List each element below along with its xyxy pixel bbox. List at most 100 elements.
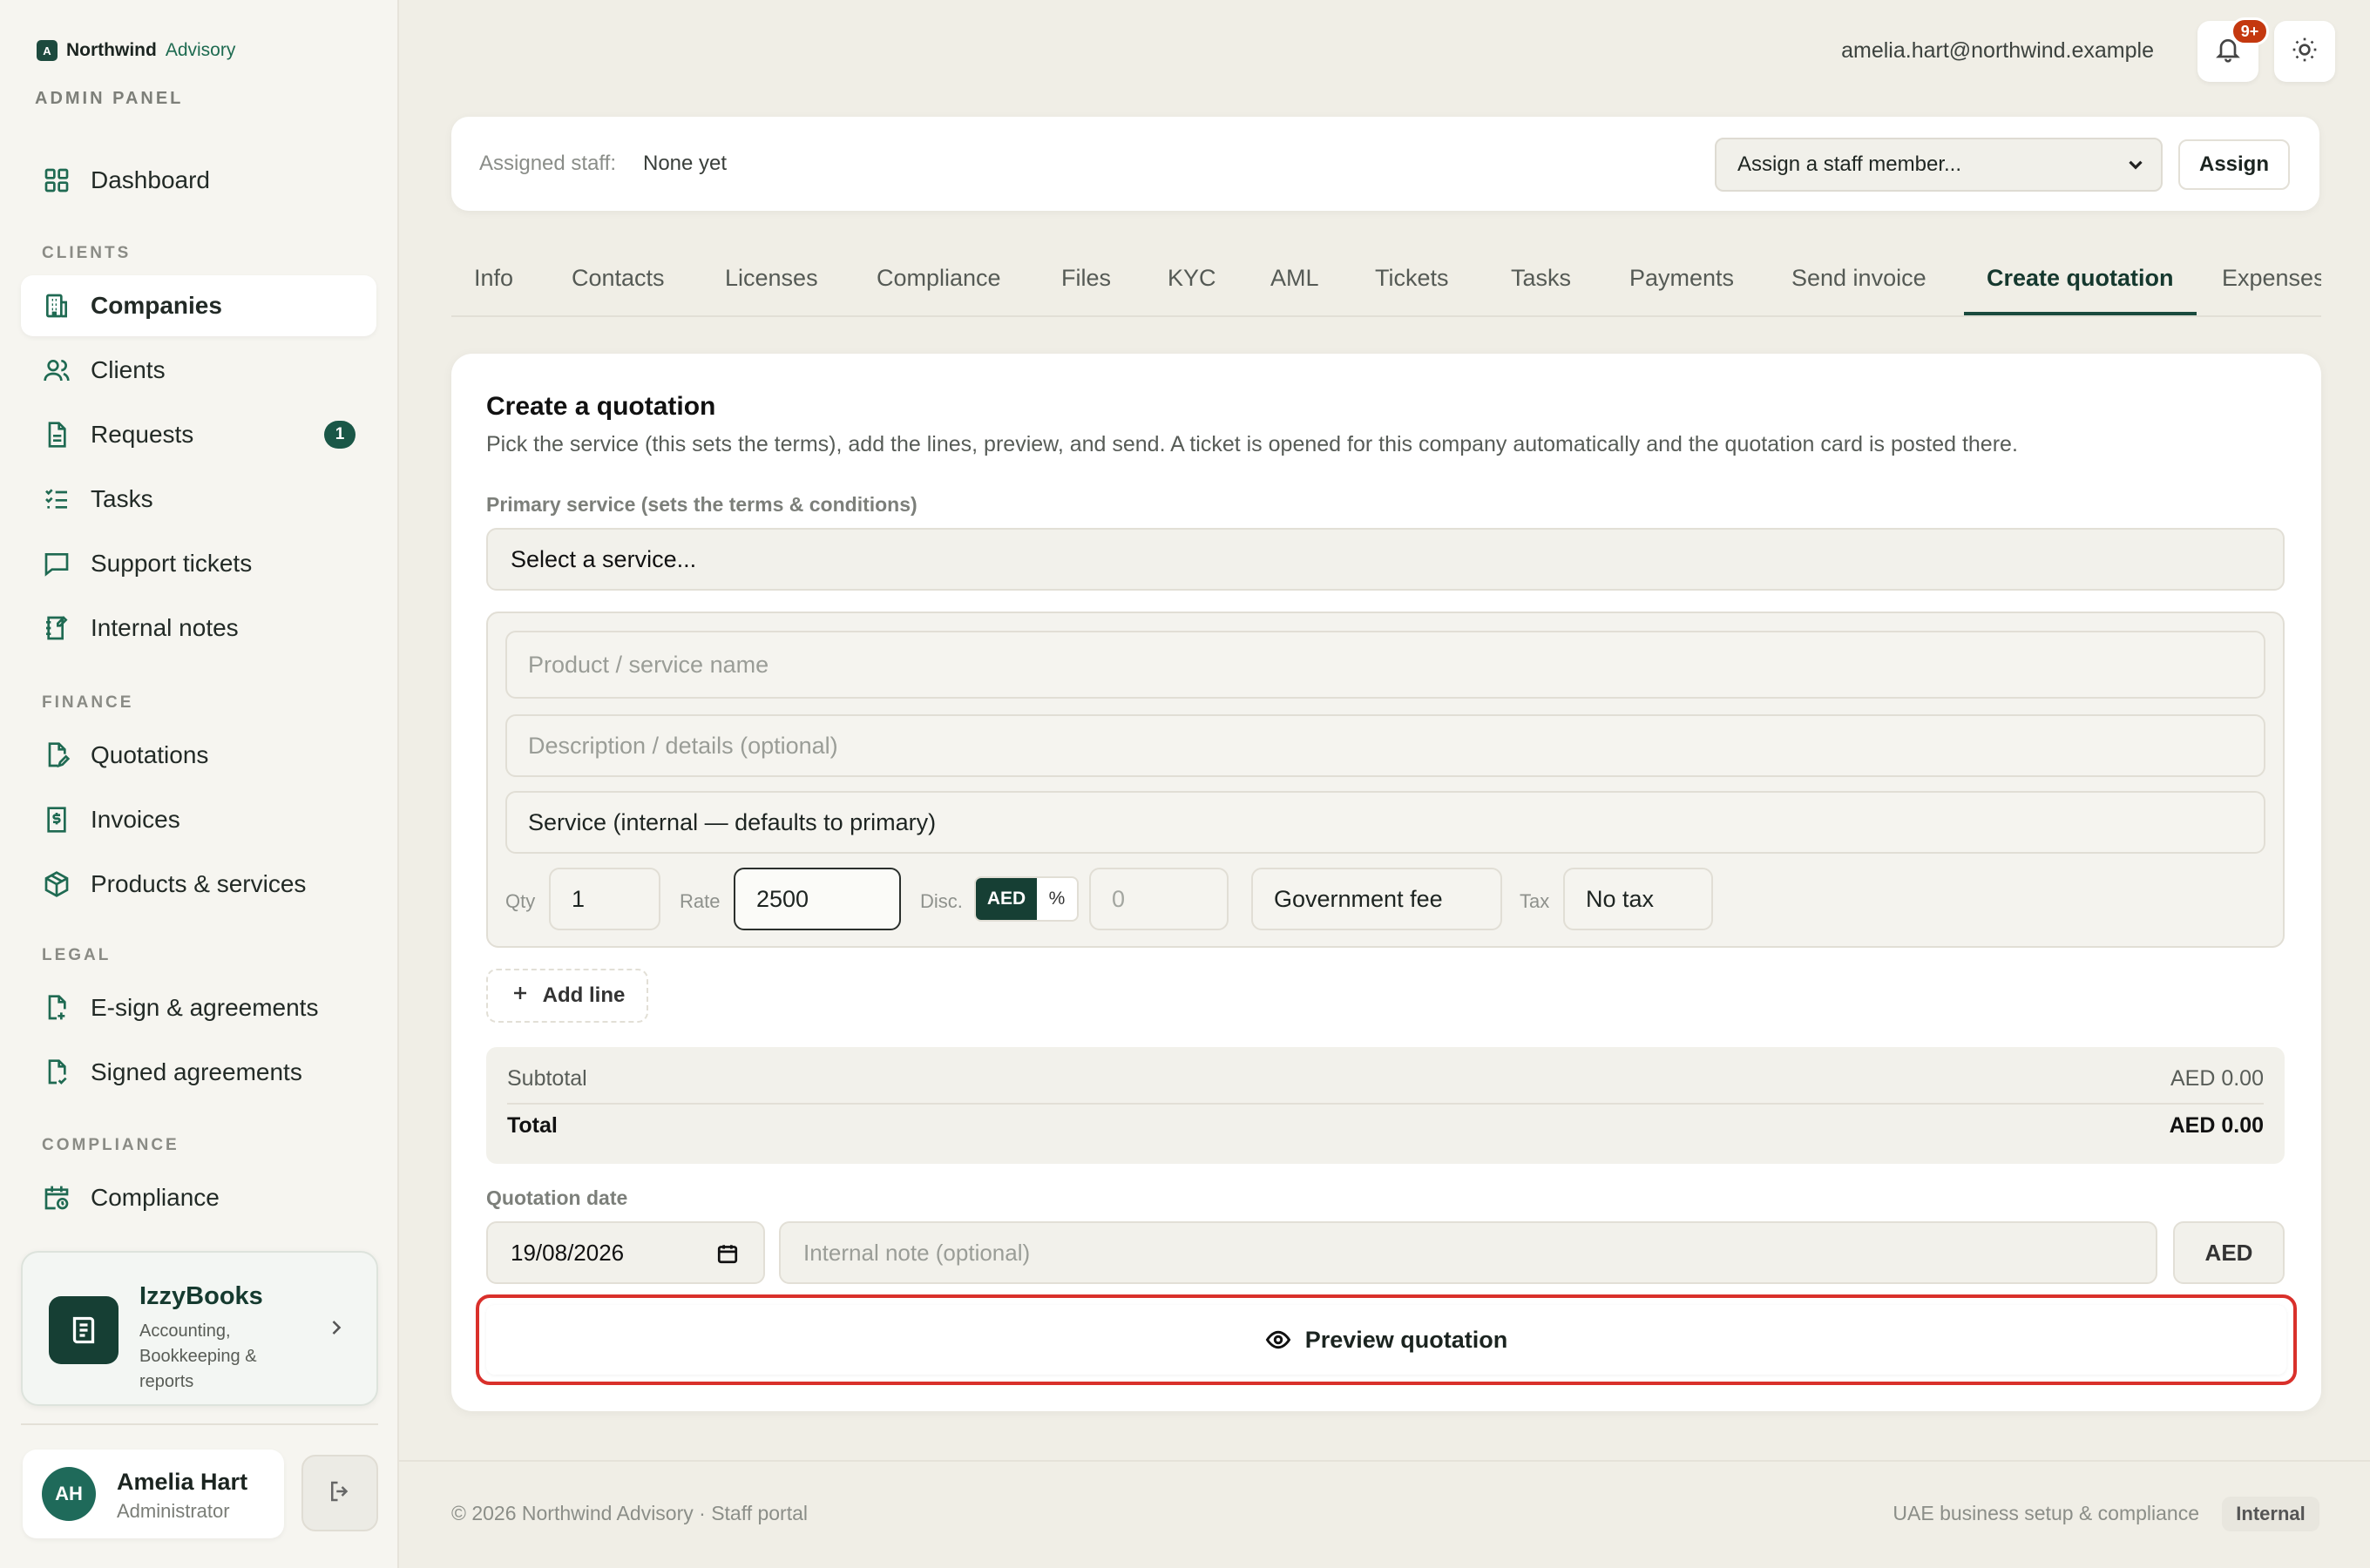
tab-tickets[interactable]: Tickets bbox=[1375, 253, 1449, 315]
preview-button-label: Preview quotation bbox=[1304, 1326, 1508, 1353]
sidebar-item-label: Signed agreements bbox=[91, 1058, 302, 1085]
sidebar-item-support-tickets[interactable]: Support tickets bbox=[21, 533, 376, 594]
company-tabs: Info Contacts Licenses Compliance Files … bbox=[451, 253, 2321, 317]
tab-licenses[interactable]: Licenses bbox=[725, 253, 818, 315]
user-email: amelia.hart@northwind.example bbox=[1841, 38, 2154, 63]
product-name-input[interactable]: Product / service name bbox=[505, 631, 2265, 699]
sidebar-item-label: Internal notes bbox=[91, 614, 239, 641]
qty-label: Qty bbox=[505, 890, 536, 912]
sidebar-item-dashboard[interactable]: Dashboard bbox=[21, 150, 376, 211]
izzybooks-card[interactable]: IzzyBooks Accounting, Bookkeeping & repo… bbox=[21, 1251, 378, 1406]
discount-input[interactable]: 0 bbox=[1089, 868, 1229, 930]
sidebar-item-label: Support tickets bbox=[91, 550, 253, 577]
total-label: Total bbox=[507, 1113, 558, 1138]
sidebar-item-label: Companies bbox=[91, 292, 222, 319]
tab-files[interactable]: Files bbox=[1061, 253, 1111, 315]
sidebar-item-invoices[interactable]: Invoices bbox=[21, 789, 376, 850]
user-card[interactable]: AH Amelia Hart Administrator bbox=[23, 1450, 284, 1538]
discount-percent-option[interactable]: % bbox=[1037, 878, 1077, 920]
sidebar-item-tasks[interactable]: Tasks bbox=[21, 469, 376, 530]
tab-compliance[interactable]: Compliance bbox=[877, 253, 1001, 315]
user-role: Administrator bbox=[117, 1500, 230, 1522]
add-line-label: Add line bbox=[542, 983, 626, 1007]
subtotal-value: AED 0.00 bbox=[2170, 1066, 2264, 1091]
notebook-icon bbox=[42, 613, 71, 643]
calendar-icon bbox=[717, 1245, 738, 1264]
sidebar-item-signed-agreements[interactable]: Signed agreements bbox=[21, 1042, 376, 1103]
users-icon bbox=[42, 355, 71, 385]
total-value: AED 0.00 bbox=[2169, 1113, 2264, 1138]
create-quotation-card: Create a quotation Pick the service (thi… bbox=[451, 354, 2321, 1411]
page-title: Create a quotation bbox=[486, 392, 716, 421]
theme-toggle-button[interactable] bbox=[2274, 21, 2335, 82]
primary-service-select[interactable]: Select a service... bbox=[486, 528, 2285, 591]
logout-icon bbox=[327, 1478, 353, 1509]
discount-label: Disc. bbox=[920, 890, 963, 912]
receipt-icon bbox=[42, 805, 71, 835]
staff-member-select[interactable]: Assign a staff member... bbox=[1715, 138, 2163, 192]
preview-quotation-button[interactable]: Preview quotation bbox=[486, 1305, 2286, 1375]
sidebar-item-label: Quotations bbox=[91, 741, 209, 768]
currency-select[interactable]: AED bbox=[2173, 1221, 2285, 1284]
izzybooks-title: IzzyBooks bbox=[139, 1282, 263, 1310]
user-name: Amelia Hart bbox=[117, 1469, 248, 1495]
file-check-icon bbox=[42, 1058, 71, 1087]
chevron-down-icon bbox=[2124, 153, 2147, 176]
section-legal: LEGAL bbox=[42, 946, 112, 964]
tab-tasks[interactable]: Tasks bbox=[1511, 253, 1571, 315]
sidebar-item-internal-notes[interactable]: Internal notes bbox=[21, 598, 376, 659]
tab-info[interactable]: Info bbox=[474, 253, 513, 315]
logout-button[interactable] bbox=[301, 1455, 378, 1531]
quotation-line: Product / service name Description / det… bbox=[486, 612, 2285, 948]
totals-box: Subtotal AED 0.00 Total AED 0.00 bbox=[486, 1047, 2285, 1164]
brand-sub: Advisory bbox=[165, 40, 236, 60]
add-line-button[interactable]: Add line bbox=[486, 969, 648, 1023]
tab-send-invoice[interactable]: Send invoice bbox=[1791, 253, 1926, 315]
tab-payments[interactable]: Payments bbox=[1629, 253, 1734, 315]
page-description: Pick the service (this sets the terms), … bbox=[486, 432, 2018, 456]
assign-button[interactable]: Assign bbox=[2178, 139, 2290, 190]
sidebar-item-products-services[interactable]: Products & services bbox=[21, 854, 376, 915]
qty-input[interactable]: 1 bbox=[549, 868, 660, 930]
sidebar-item-requests[interactable]: Requests 1 bbox=[21, 404, 376, 465]
sidebar-item-compliance[interactable]: Compliance bbox=[21, 1167, 376, 1228]
notifications-button[interactable]: 9+ bbox=[2197, 17, 2269, 82]
sidebar-item-label: Clients bbox=[91, 356, 166, 383]
subtotal-row: Subtotal AED 0.00 bbox=[507, 1066, 2264, 1092]
sidebar-item-label: Products & services bbox=[91, 870, 307, 897]
tax-select[interactable]: No tax bbox=[1563, 868, 1713, 930]
book-icon bbox=[49, 1296, 118, 1364]
sidebar-item-clients[interactable]: Clients bbox=[21, 340, 376, 401]
fee-type-select[interactable]: Government fee bbox=[1251, 868, 1502, 930]
sidebar-item-label: Compliance bbox=[91, 1184, 220, 1211]
admin-panel-label: ADMIN PANEL bbox=[35, 89, 184, 108]
quotation-date-input[interactable]: 19/08/2026 bbox=[486, 1221, 765, 1284]
tab-expenses[interactable]: Expenses bbox=[2222, 253, 2321, 315]
brand-name: Northwind bbox=[66, 40, 157, 60]
sidebar-item-label: E-sign & agreements bbox=[91, 994, 319, 1021]
internal-note-input[interactable]: Internal note (optional) bbox=[779, 1221, 2157, 1284]
file-sign-icon bbox=[42, 993, 71, 1023]
description-input[interactable]: Description / details (optional) bbox=[505, 714, 2265, 777]
tab-aml[interactable]: AML bbox=[1270, 253, 1319, 315]
tab-create-quotation[interactable]: Create quotation bbox=[1964, 253, 2196, 315]
sidebar-item-label: Invoices bbox=[91, 806, 180, 833]
sidebar-item-esign[interactable]: E-sign & agreements bbox=[21, 977, 376, 1038]
tab-kyc[interactable]: KYC bbox=[1168, 253, 1216, 315]
service-internal-select[interactable]: Service (internal — defaults to primary) bbox=[505, 791, 2265, 854]
sidebar-item-companies[interactable]: Companies bbox=[21, 275, 376, 336]
assigned-staff-label: Assigned staff: bbox=[479, 152, 616, 175]
grid-icon bbox=[42, 166, 71, 195]
file-edit-icon bbox=[42, 740, 71, 770]
tax-label: Tax bbox=[1520, 890, 1550, 912]
sidebar-item-quotations[interactable]: Quotations bbox=[21, 725, 376, 786]
checklist-icon bbox=[42, 484, 71, 514]
tab-contacts[interactable]: Contacts bbox=[572, 253, 665, 315]
requests-badge: 1 bbox=[324, 421, 356, 449]
calendar-clock-icon bbox=[42, 1183, 71, 1213]
brand[interactable]: A Northwind Advisory bbox=[37, 40, 235, 61]
section-clients: CLIENTS bbox=[42, 244, 132, 262]
rate-input[interactable]: 2500 bbox=[734, 868, 901, 930]
discount-aed-option[interactable]: AED bbox=[976, 878, 1037, 920]
primary-service-label: Primary service (sets the terms & condit… bbox=[486, 493, 918, 516]
